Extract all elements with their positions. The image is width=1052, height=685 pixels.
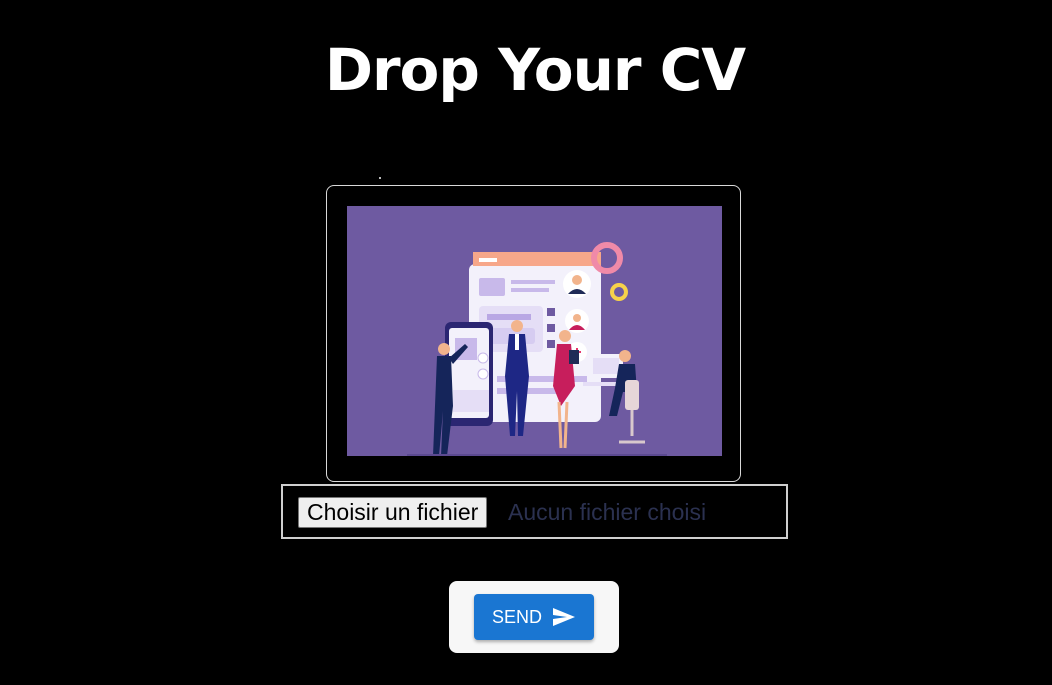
send-button-container: SEND [449,581,619,653]
send-button-label: SEND [491,606,542,627]
cv-drop-card[interactable] [326,185,741,482]
file-upload-field[interactable]: Choisir un fichier Aucun fichier choisi [281,484,788,539]
file-status-text: Aucun fichier choisi [508,499,707,525]
stray-dot [379,177,381,179]
recruitment-illustration-svg [407,242,667,456]
page-title: Drop Your CV [324,36,746,104]
choose-file-button[interactable]: Choisir un fichier [298,497,488,528]
send-icon [552,607,576,627]
page: Drop Your CV Choisir un fichier Aucun fi… [0,0,1052,685]
send-button[interactable]: SEND [474,594,594,640]
recruitment-illustration [347,206,722,456]
